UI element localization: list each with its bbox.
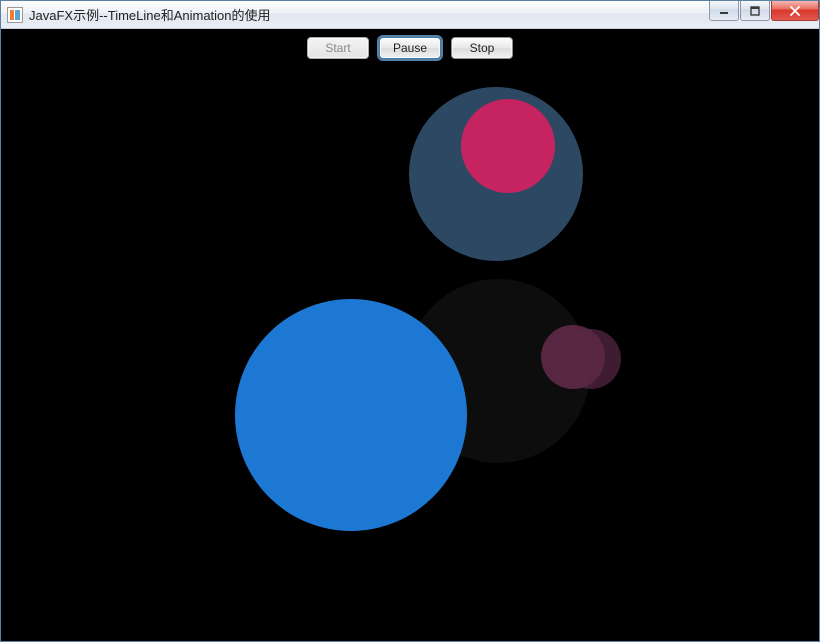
client-area: Start Pause Stop bbox=[1, 29, 819, 641]
purple-circle-b bbox=[561, 329, 621, 389]
maximize-button[interactable] bbox=[740, 1, 770, 21]
minimize-button[interactable] bbox=[709, 1, 739, 21]
minimize-icon bbox=[719, 6, 729, 16]
window-title: JavaFX示例--TimeLine和Animation的使用 bbox=[29, 5, 271, 24]
maximize-icon bbox=[750, 6, 760, 16]
window-controls bbox=[708, 1, 819, 21]
close-button[interactable] bbox=[771, 1, 819, 21]
start-button: Start bbox=[307, 37, 369, 59]
pink-circle bbox=[461, 99, 555, 193]
animation-toolbar: Start Pause Stop bbox=[1, 37, 819, 59]
stop-button[interactable]: Stop bbox=[451, 37, 513, 59]
application-window: JavaFX示例--TimeLine和Animation的使用 bbox=[0, 0, 820, 642]
pause-button[interactable]: Pause bbox=[379, 37, 441, 59]
close-icon bbox=[789, 6, 801, 16]
title-bar[interactable]: JavaFX示例--TimeLine和Animation的使用 bbox=[1, 1, 819, 29]
app-icon bbox=[7, 7, 23, 23]
blue-circle bbox=[235, 299, 467, 531]
